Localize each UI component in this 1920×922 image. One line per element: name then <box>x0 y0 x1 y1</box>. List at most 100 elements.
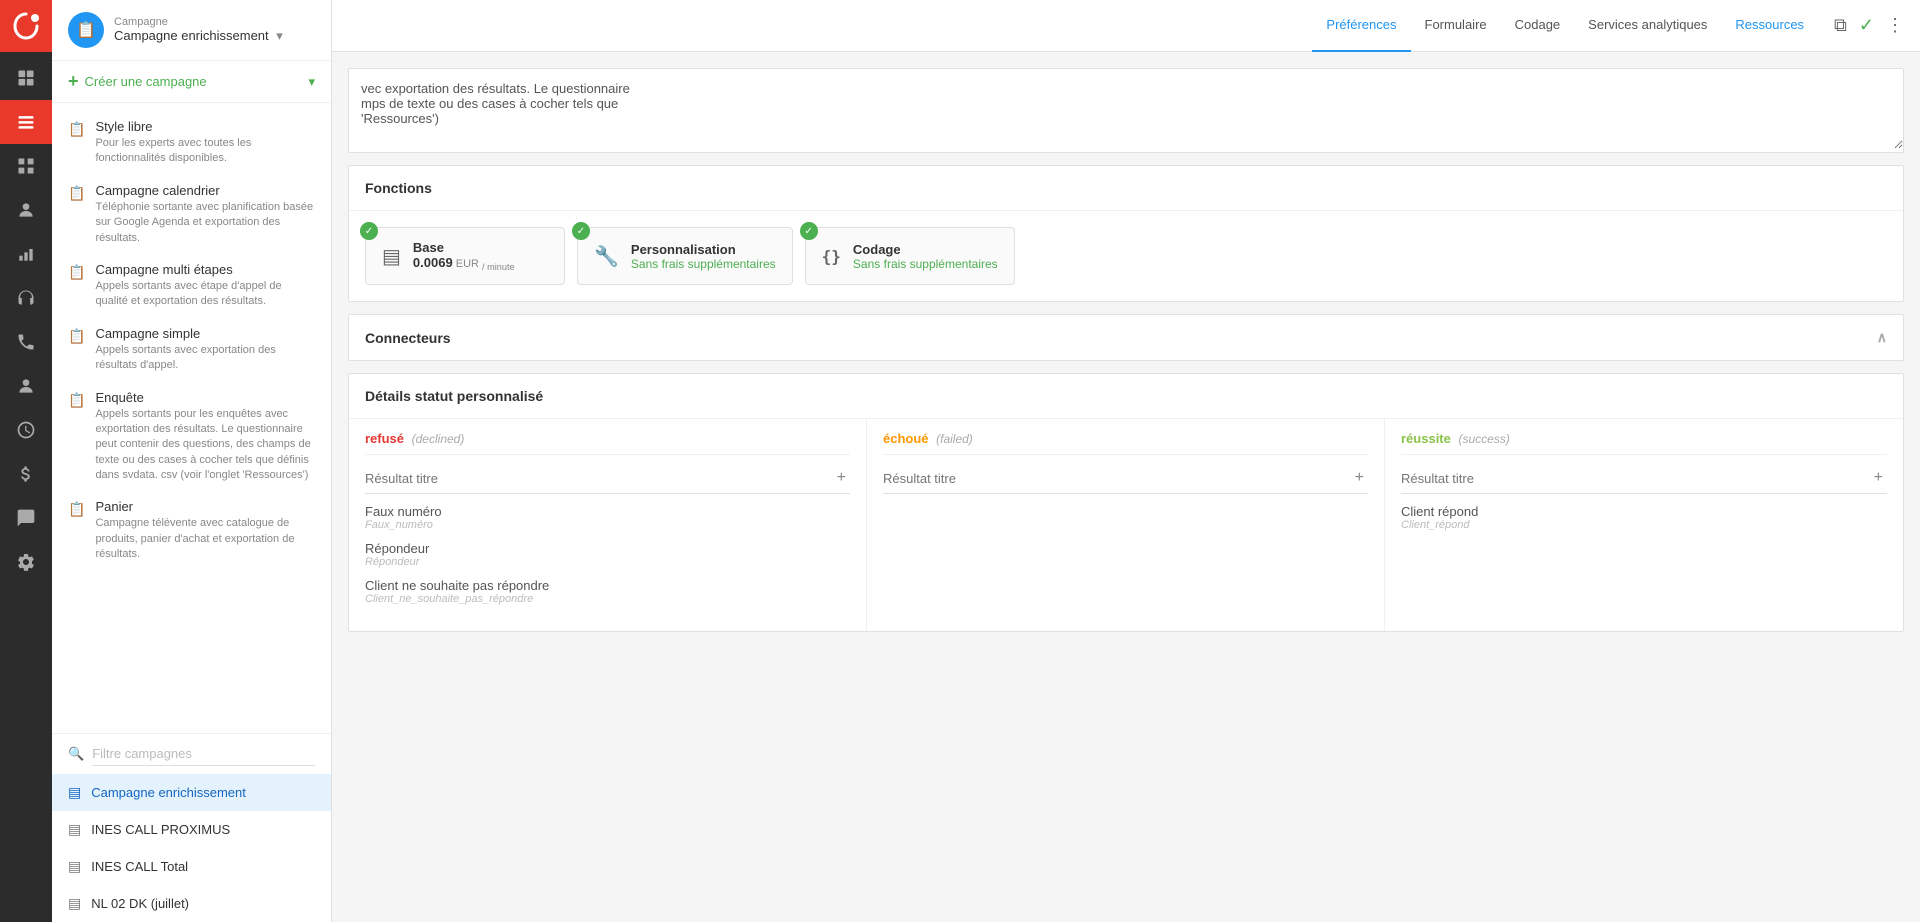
plus-icon: + <box>68 71 79 92</box>
nav-tab-ressources[interactable]: Ressources <box>1721 0 1818 52</box>
codage-check: ✓ <box>800 222 818 240</box>
connecteurs-header: Connecteurs ∧ <box>349 315 1903 360</box>
rail-dollar-icon[interactable] <box>0 452 52 496</box>
type-desc: Pour les experts avec toutes les fonctio… <box>95 136 315 167</box>
campaign-item-name: NL 02 DK (juillet) <box>91 896 189 911</box>
type-icon: 📋 <box>68 328 85 345</box>
type-desc: Appels sortants avec étape d'appel de qu… <box>95 279 315 310</box>
campaign-list-item[interactable]: ▤ Campagne enrichissement <box>52 774 331 811</box>
type-name: Campagne multi étapes <box>95 262 315 277</box>
app-logo[interactable] <box>0 0 52 52</box>
campaign-type-item[interactable]: 📋 Panier Campagne télévente avec catalog… <box>52 491 331 570</box>
rail-clock-icon[interactable] <box>0 408 52 452</box>
type-icon: 📋 <box>68 501 85 518</box>
type-desc: Appels sortants pour les enquêtes avec e… <box>95 407 315 484</box>
statut-grid: refusé (declined) +Faux numéro Faux_numé… <box>349 419 1903 631</box>
campaign-item-icon: ▤ <box>68 821 81 838</box>
codage-info: Codage Sans frais supplémentaires <box>853 242 998 271</box>
rail-contacts-icon[interactable] <box>0 188 52 232</box>
add-result-button-success[interactable]: + <box>1870 467 1887 489</box>
rail-dashboard-icon[interactable] <box>0 56 52 100</box>
type-name: Panier <box>95 499 315 514</box>
campaign-list-item[interactable]: ▤ NL 02 DK (juillet) <box>52 885 331 922</box>
rail-settings-icon[interactable] <box>0 540 52 584</box>
result-title-input-failed[interactable] <box>883 471 1345 486</box>
content-area: vec exportation des résultats. Le questi… <box>332 52 1920 922</box>
type-info: Style libre Pour les experts avec toutes… <box>95 119 315 167</box>
create-campaign-button[interactable]: + Créer une campagne ▾ <box>52 61 331 103</box>
perso-check: ✓ <box>572 222 590 240</box>
campaign-type-item[interactable]: 📋 Style libre Pour les experts avec tout… <box>52 111 331 175</box>
campaign-type-item[interactable]: 📋 Campagne multi étapes Appels sortants … <box>52 254 331 318</box>
type-info: Campagne simple Appels sortants avec exp… <box>95 326 315 374</box>
fonctions-title: Fonctions <box>365 180 432 196</box>
type-info: Enquête Appels sortants pour les enquête… <box>95 390 315 484</box>
rail-grid-icon[interactable] <box>0 144 52 188</box>
result-title-input-refused[interactable] <box>365 471 827 486</box>
type-icon: 📋 <box>68 392 85 409</box>
save-icon[interactable]: ✓ <box>1859 15 1874 36</box>
campaign-type-item[interactable]: 📋 Campagne calendrier Téléphonie sortant… <box>52 175 331 254</box>
rail-chat-icon[interactable] <box>0 496 52 540</box>
campaign-filter-input[interactable] <box>92 742 315 766</box>
statut-item-name: Répondeur <box>365 541 850 556</box>
rail-user-icon[interactable] <box>0 364 52 408</box>
add-result-button-failed[interactable]: + <box>1351 467 1368 489</box>
base-price: 0.0069 EUR / minute <box>413 255 515 272</box>
campaign-dropdown-arrow: ▾ <box>276 28 283 43</box>
nav-tab-formulaire[interactable]: Formulaire <box>1411 0 1501 52</box>
statut-item-key: Client_répond <box>1401 519 1887 531</box>
nav-actions: ⧉ ✓ ⋮ <box>1834 15 1904 36</box>
statut-sub-failed: (failed) <box>936 432 973 446</box>
add-result-button-refused[interactable]: + <box>833 467 850 489</box>
campaign-type-item[interactable]: 📋 Campagne simple Appels sortants avec e… <box>52 318 331 382</box>
campaign-breadcrumb: Campagne <box>114 16 315 28</box>
campaign-item-icon: ▤ <box>68 784 81 801</box>
statut-item-name: Client répond <box>1401 504 1887 519</box>
details-statut-title: Détails statut personnalisé <box>365 388 543 404</box>
nav-tab-préférences[interactable]: Préférences <box>1312 0 1410 52</box>
type-name: Enquête <box>95 390 315 405</box>
more-icon[interactable]: ⋮ <box>1886 15 1904 36</box>
campaign-item-name: INES CALL Total <box>91 859 188 874</box>
campaign-title[interactable]: Campagne enrichissement ▾ <box>114 28 315 44</box>
type-icon: 📋 <box>68 264 85 281</box>
rail-phone-icon[interactable] <box>0 320 52 364</box>
campaigns-section: ▤ Campagne enrichissement▤ INES CALL PRO… <box>52 774 331 922</box>
result-title-input-success[interactable] <box>1401 471 1864 486</box>
nav-tab-services-analytiques[interactable]: Services analytiques <box>1574 0 1721 52</box>
connecteurs-toggle[interactable]: ∧ <box>1877 329 1887 346</box>
details-statut-section: Détails statut personnalisé refusé (decl… <box>348 373 1904 632</box>
statut-label-refused: refusé (declined) <box>365 419 850 455</box>
nav-tabs: PréférencesFormulaireCodageServices anal… <box>1312 0 1818 52</box>
description-area: vec exportation des résultats. Le questi… <box>348 68 1904 153</box>
statut-sub-success: (success) <box>1458 432 1509 446</box>
type-icon: 📋 <box>68 121 85 138</box>
codage-icon: {} <box>822 247 841 266</box>
type-icon: 📋 <box>68 185 85 202</box>
create-campaign-label: Créer une campagne <box>85 74 207 89</box>
campaign-type-item[interactable]: 📋 Enquête Appels sortants pour les enquê… <box>52 382 331 492</box>
rail-reports-icon[interactable] <box>0 232 52 276</box>
perso-info: Personnalisation Sans frais supplémentai… <box>631 242 776 271</box>
type-name: Style libre <box>95 119 315 134</box>
statut-item-key: Client_ne_souhaite_pas_répondre <box>365 593 850 605</box>
campaign-list-item[interactable]: ▤ INES CALL Total <box>52 848 331 885</box>
type-info: Campagne multi étapes Appels sortants av… <box>95 262 315 310</box>
description-textarea[interactable]: vec exportation des résultats. Le questi… <box>349 69 1903 149</box>
campaign-list-item[interactable]: ▤ INES CALL PROXIMUS <box>52 811 331 848</box>
top-nav: PréférencesFormulaireCodageServices anal… <box>332 0 1920 52</box>
fonctions-row: ✓ ▤ Base 0.0069 EUR / minute <box>365 227 1887 285</box>
search-filter-area: 🔍 <box>52 733 331 774</box>
fonctions-header: Fonctions <box>349 166 1903 211</box>
rail-campaign-icon[interactable] <box>0 100 52 144</box>
statut-col-refused: refusé (declined) +Faux numéro Faux_numé… <box>349 419 867 631</box>
type-info: Campagne calendrier Téléphonie sortante … <box>95 183 315 246</box>
type-desc: Appels sortants avec exportation des rés… <box>95 343 315 374</box>
rail-headset-icon[interactable] <box>0 276 52 320</box>
nav-tab-codage[interactable]: Codage <box>1501 0 1575 52</box>
preview-icon[interactable]: ⧉ <box>1834 15 1847 36</box>
sidebar: 📋 Campagne Campagne enrichissement ▾ + C… <box>52 0 332 922</box>
create-campaign-arrow: ▾ <box>308 74 315 90</box>
result-input-row-failed: + <box>883 467 1368 494</box>
